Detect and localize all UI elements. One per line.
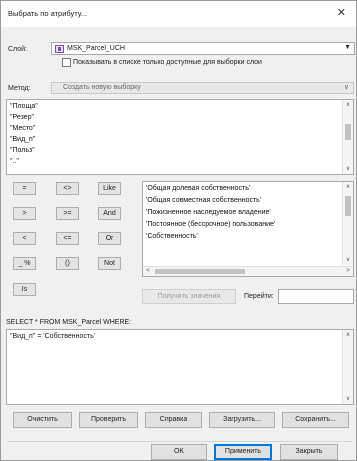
scroll-up-icon[interactable]: ∧: [343, 100, 353, 110]
value-item[interactable]: 'Общая долевая собственность': [146, 185, 250, 192]
value-item[interactable]: 'Общая совместная собственность': [146, 197, 261, 204]
fields-scrollbar[interactable]: ∧ ∨: [342, 100, 353, 174]
scroll-thumb[interactable]: [345, 196, 351, 216]
op-and-button[interactable]: And: [98, 207, 121, 220]
show-selectable-only-checkbox[interactable]: [62, 58, 71, 67]
layer-dropdown[interactable]: MSK_Parcel_UCH ▼: [51, 42, 355, 55]
value-item[interactable]: 'Постоянное (бессрочное) пользование': [146, 221, 275, 228]
clear-button[interactable]: Очистить: [13, 412, 72, 428]
method-dropdown[interactable]: Создать новую выборку ∨: [51, 82, 354, 94]
ok-button[interactable]: OK: [151, 444, 207, 460]
op-less-equal-button[interactable]: <=: [56, 232, 79, 245]
scroll-down-icon[interactable]: ∨: [343, 164, 353, 174]
verify-button[interactable]: Проверить: [79, 412, 138, 428]
expression-scrollbar[interactable]: ∧ ∨: [342, 330, 353, 404]
divider: [7, 441, 352, 442]
expression-textarea[interactable]: "Вид_п" = 'Собственность' ∧ ∨: [6, 329, 354, 405]
values-list[interactable]: 'Общая долевая собственность' 'Общая сов…: [142, 181, 354, 277]
scroll-up-icon[interactable]: ∧: [343, 330, 353, 340]
values-vscrollbar[interactable]: ∧ ∨: [342, 182, 353, 265]
field-item[interactable]: "Резер": [10, 114, 34, 121]
field-item[interactable]: "..": [10, 158, 19, 165]
op-or-button[interactable]: Or: [98, 232, 121, 245]
sql-prefix: SELECT * FROM MSK_Parcel WHERE:: [6, 319, 132, 326]
layer-label: Слой:: [8, 46, 27, 53]
help-button[interactable]: Справка: [145, 412, 202, 428]
values-hscrollbar[interactable]: < >: [143, 266, 353, 276]
op-greater-equal-button[interactable]: >=: [56, 207, 79, 220]
load-button[interactable]: Загрузить...: [209, 412, 275, 428]
layer-icon: [55, 45, 64, 53]
scroll-up-icon[interactable]: ∧: [343, 182, 353, 192]
op-not-equal-button[interactable]: <>: [56, 182, 79, 195]
fields-list[interactable]: "Площа" "Резер" "Место" "Вид_п" "Польз" …: [6, 99, 354, 175]
op-less-button[interactable]: <: [13, 232, 36, 245]
value-item[interactable]: 'Пожизненное наследуемое владение': [146, 209, 271, 216]
apply-button[interactable]: Применить: [214, 444, 272, 460]
scroll-down-icon[interactable]: ∨: [343, 255, 353, 265]
method-label: Метод:: [8, 85, 31, 92]
field-item[interactable]: "Площа": [10, 103, 38, 110]
scroll-left-icon[interactable]: <: [143, 267, 153, 276]
goto-input[interactable]: [278, 289, 354, 304]
value-item[interactable]: 'Собственность': [146, 233, 198, 240]
chevron-down-icon: ▼: [344, 44, 351, 51]
expression-text: "Вид_п" = 'Собственность': [10, 333, 96, 340]
select-by-attributes-dialog: Выбрать по атрибуту... ✕ Слой: MSK_Parce…: [0, 0, 357, 461]
scroll-right-icon[interactable]: >: [343, 267, 353, 276]
op-like-button[interactable]: Like: [98, 182, 121, 195]
dialog-title: Выбрать по атрибуту...: [8, 9, 88, 18]
op-equals-button[interactable]: =: [13, 182, 36, 195]
close-button[interactable]: Закрыть: [280, 444, 338, 460]
save-button[interactable]: Сохранить...: [282, 412, 349, 428]
layer-value: MSK_Parcel_UCH: [67, 45, 125, 52]
title-bar: Выбрать по атрибуту... ✕: [1, 1, 356, 27]
close-icon[interactable]: ✕: [337, 7, 346, 19]
goto-label: Перейти:: [244, 293, 274, 300]
scroll-down-icon[interactable]: ∨: [343, 394, 353, 404]
op-parentheses-button[interactable]: (): [56, 257, 79, 270]
op-not-button[interactable]: Not: [98, 257, 121, 270]
scroll-thumb[interactable]: [345, 124, 351, 140]
field-item[interactable]: "Польз": [10, 147, 35, 154]
op-wildcard-button[interactable]: _ %: [13, 257, 36, 270]
op-is-button[interactable]: Is: [13, 283, 36, 296]
method-value: Создать новую выборку: [63, 84, 141, 91]
field-item[interactable]: "Вид_п": [10, 136, 35, 143]
field-item[interactable]: "Место": [10, 125, 35, 132]
show-selectable-only-label: Показывать в списке только доступные для…: [73, 59, 262, 66]
chevron-down-icon: ∨: [343, 84, 349, 91]
get-unique-values-button[interactable]: Получить значения: [142, 289, 236, 304]
scroll-thumb[interactable]: [155, 269, 245, 274]
op-greater-button[interactable]: >: [13, 207, 36, 220]
